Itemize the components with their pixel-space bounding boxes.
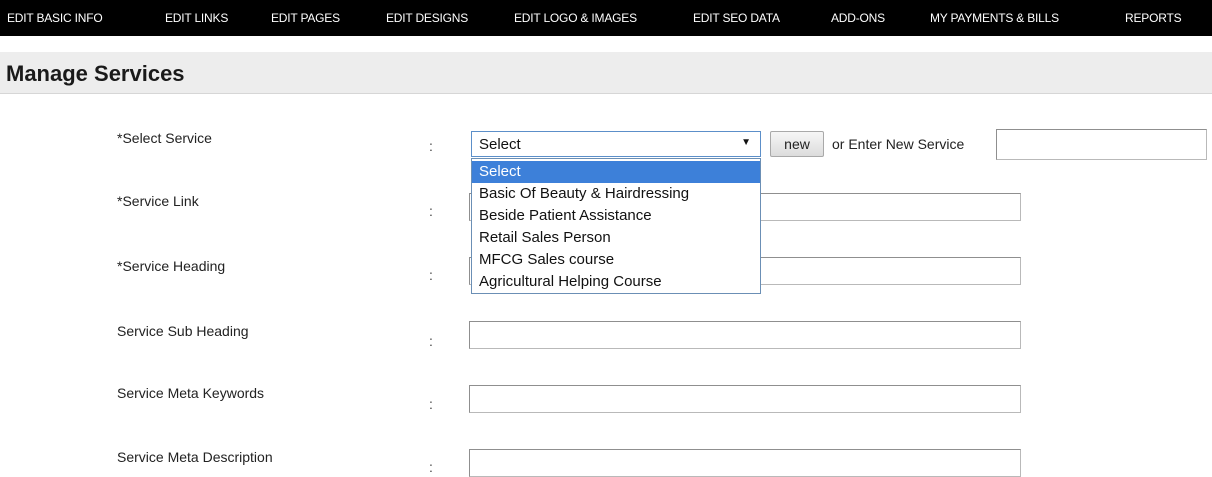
- option-mfcg-sales-course[interactable]: MFCG Sales course: [472, 249, 760, 271]
- service-heading-colon: :: [429, 267, 433, 283]
- nav-edit-links[interactable]: EDIT LINKS: [165, 11, 228, 25]
- service-sub-heading-colon: :: [429, 333, 433, 349]
- title-bar: Manage Services: [0, 52, 1212, 94]
- new-service-button[interactable]: new: [770, 131, 824, 157]
- service-meta-description-input[interactable]: [469, 449, 1021, 477]
- select-service-options-list: Select Basic Of Beauty & Hairdressing Be…: [471, 158, 761, 294]
- select-service-label: *Select Service: [117, 130, 212, 146]
- service-sub-heading-input[interactable]: [469, 321, 1021, 349]
- service-heading-label: *Service Heading: [117, 258, 226, 274]
- service-meta-keywords-input[interactable]: [469, 385, 1021, 413]
- service-meta-description-colon: :: [429, 459, 433, 475]
- nav-edit-seo-data[interactable]: EDIT SEO DATA: [693, 11, 780, 25]
- nav-edit-basic-info[interactable]: EDIT BASIC INFO: [7, 11, 103, 25]
- option-basic-of-beauty-hairdressing[interactable]: Basic Of Beauty & Hairdressing: [472, 183, 760, 205]
- nav-edit-logo-images[interactable]: EDIT LOGO & IMAGES: [514, 11, 637, 25]
- service-link-label: *Service Link: [117, 193, 199, 209]
- option-select[interactable]: Select: [472, 161, 760, 183]
- nav-my-payments-bills[interactable]: MY PAYMENTS & BILLS: [930, 11, 1059, 25]
- dropdown-arrow-icon: ▼: [741, 137, 751, 148]
- service-meta-keywords-colon: :: [429, 396, 433, 412]
- nav-edit-designs[interactable]: EDIT DESIGNS: [386, 11, 468, 25]
- option-beside-patient-assistance[interactable]: Beside Patient Assistance: [472, 205, 760, 227]
- select-service-dropdown[interactable]: Select ▼: [471, 131, 761, 157]
- new-service-input[interactable]: [996, 129, 1207, 160]
- select-service-colon: :: [429, 138, 433, 154]
- enter-new-service-label: or Enter New Service: [832, 136, 965, 152]
- nav-edit-pages[interactable]: EDIT PAGES: [271, 11, 340, 25]
- select-service-value: Select: [479, 136, 521, 153]
- page-title: Manage Services: [6, 61, 185, 86]
- service-meta-description-label: Service Meta Description: [117, 449, 273, 465]
- nav-add-ons[interactable]: ADD-ONS: [831, 11, 885, 25]
- option-agricultural-helping-course[interactable]: Agricultural Helping Course: [472, 271, 760, 293]
- option-retail-sales-person[interactable]: Retail Sales Person: [472, 227, 760, 249]
- top-navigation: EDIT BASIC INFO EDIT LINKS EDIT PAGES ED…: [0, 0, 1212, 36]
- nav-reports[interactable]: REPORTS: [1125, 11, 1182, 25]
- service-sub-heading-label: Service Sub Heading: [117, 323, 249, 339]
- service-meta-keywords-label: Service Meta Keywords: [117, 385, 265, 401]
- service-link-colon: :: [429, 203, 433, 219]
